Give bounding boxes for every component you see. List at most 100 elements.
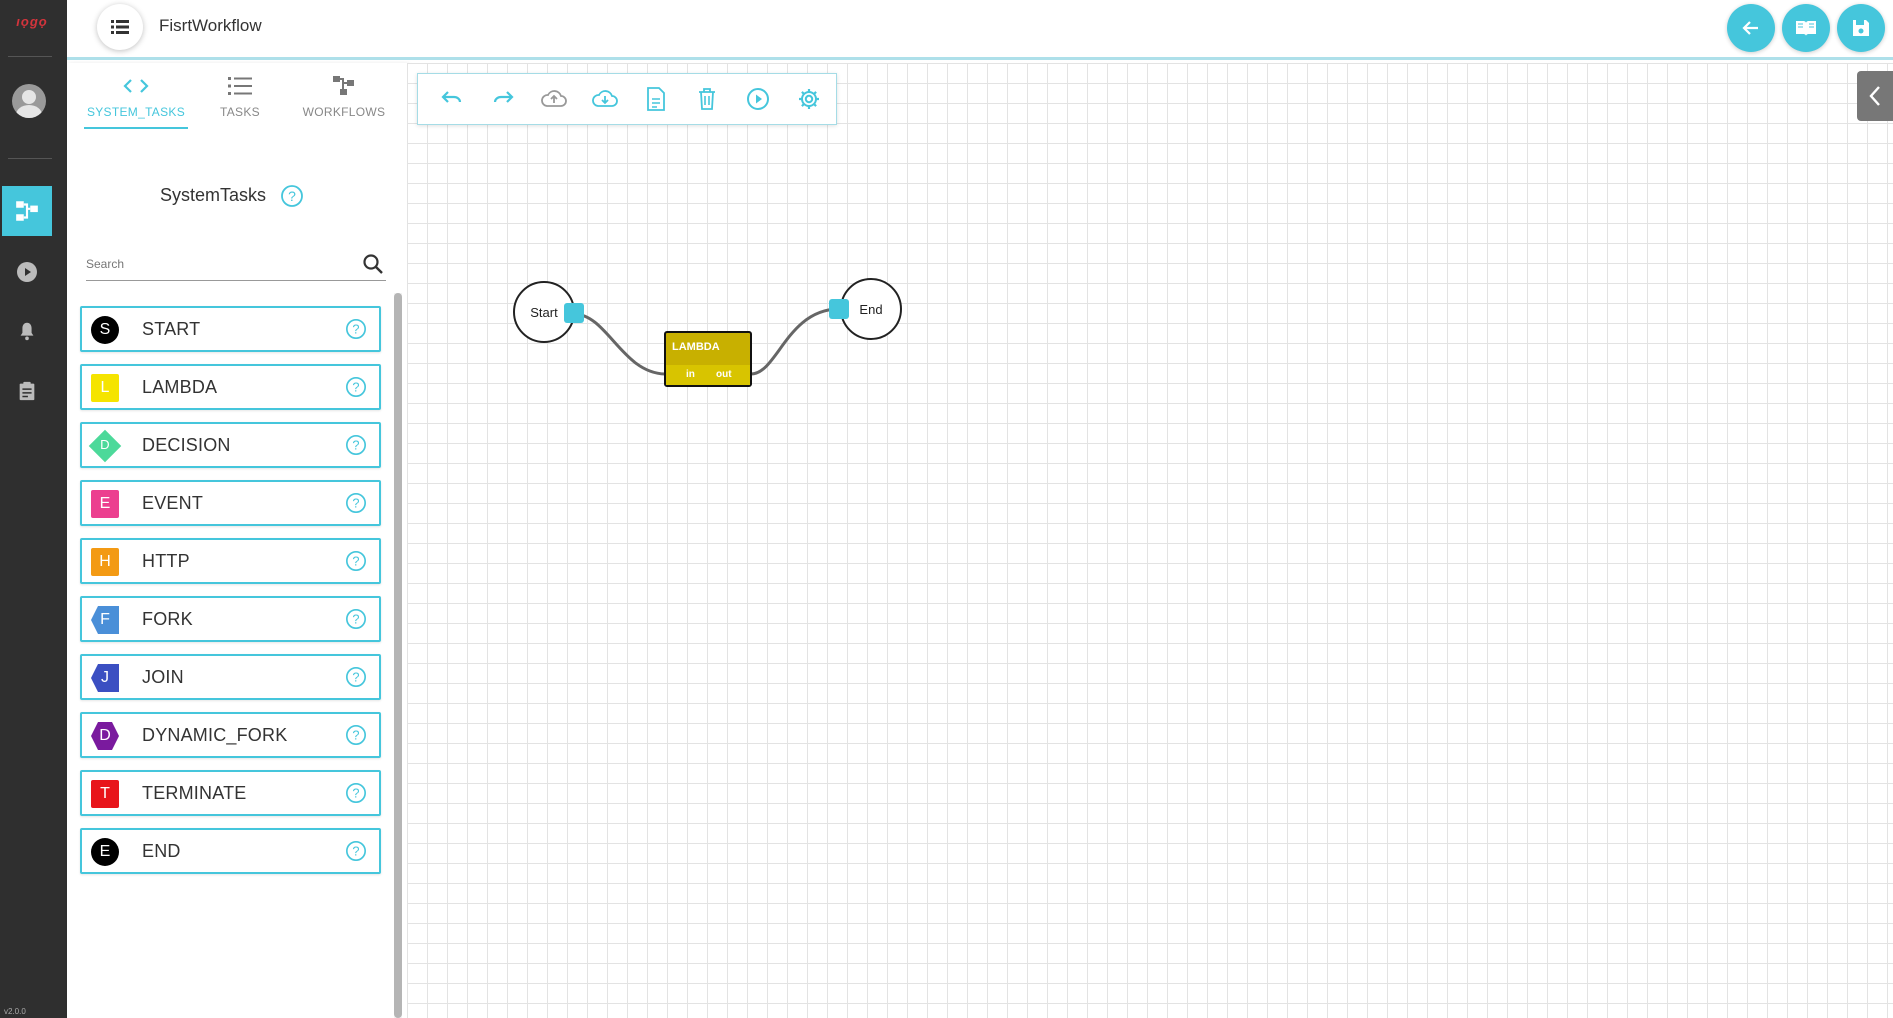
rail-divider [8, 158, 52, 159]
task-label: START [142, 319, 201, 339]
back-button[interactable] [1727, 4, 1775, 52]
left-rail: ıọgọ v2.0.0 [0, 0, 67, 1018]
task-item-end[interactable]: E END? [80, 828, 381, 874]
task-badge: E [91, 838, 119, 866]
help-icon[interactable]: ? [345, 318, 367, 345]
code-icon [123, 79, 149, 93]
task-badge-letter: J [101, 669, 109, 686]
nav-executions[interactable] [2, 247, 52, 297]
svg-text:?: ? [352, 554, 359, 569]
task-label: END [142, 841, 181, 861]
end-input-port[interactable] [829, 299, 849, 319]
tab-tasks[interactable]: TASKS [188, 71, 292, 129]
help-icon[interactable]: ? [345, 376, 367, 403]
nav-notifications[interactable] [2, 306, 52, 356]
workflow-icon [333, 76, 354, 95]
lambda-node[interactable]: LAMBDA in out [664, 331, 752, 387]
connector-layer [573, 307, 839, 376]
help-icon[interactable]: ? [345, 724, 367, 751]
task-label: DYNAMIC_FORK [142, 725, 288, 745]
workflow-title: FisrtWorkflow [159, 16, 262, 35]
task-label: FORK [142, 609, 193, 629]
task-badge-letter: S [99, 321, 111, 338]
help-icon[interactable]: ? [345, 840, 367, 867]
save-button[interactable] [1837, 4, 1885, 52]
task-badge: T [91, 780, 119, 808]
play-circle-icon [17, 262, 37, 282]
task-badge-letter: E [99, 843, 111, 860]
bell-icon [20, 322, 34, 341]
task-badge: D [88, 429, 122, 463]
task-badge: H [91, 548, 119, 576]
help-icon: ? [281, 185, 303, 207]
task-item-start[interactable]: S START? [80, 306, 381, 352]
workflow-icon [16, 201, 38, 221]
task-item-http[interactable]: H HTTP? [80, 538, 381, 584]
task-item-terminate[interactable]: T TERMINATE? [80, 770, 381, 816]
list-icon [228, 77, 252, 95]
task-badge: L [91, 374, 119, 402]
lambda-in-port[interactable]: in [686, 369, 695, 380]
task-badge-letter: T [100, 785, 110, 802]
task-badge: S [91, 316, 119, 344]
book-icon [1796, 21, 1816, 36]
lambda-out-port[interactable]: out [716, 369, 732, 380]
tab-system-tasks[interactable]: SYSTEM_TASKS [84, 71, 188, 129]
task-label: HTTP [142, 551, 190, 571]
svg-text:?: ? [352, 496, 359, 511]
nav-workflow-designer[interactable] [2, 186, 52, 236]
workflow-canvas[interactable]: Start LAMBDA in out End [407, 63, 1893, 1018]
tab-label: TASKS [220, 105, 260, 119]
top-header: FisrtWorkflow [67, 0, 1893, 60]
collapse-panel-button[interactable] [1857, 71, 1893, 121]
avatar[interactable] [12, 84, 46, 118]
help-icon[interactable]: ? [345, 782, 367, 809]
nav-clipboard[interactable] [2, 366, 52, 416]
task-item-lambda[interactable]: L LAMBDA? [80, 364, 381, 410]
help-icon[interactable]: ? [345, 666, 367, 693]
task-item-fork[interactable]: F FORK? [80, 596, 381, 642]
section-help[interactable]: ? [280, 184, 304, 213]
task-badge: D [91, 722, 119, 750]
app-version: v2.0.0 [4, 1007, 26, 1016]
help-icon[interactable]: ? [345, 550, 367, 577]
menu-button[interactable] [97, 4, 143, 50]
docs-button[interactable] [1782, 4, 1830, 52]
help-icon[interactable]: ? [345, 492, 367, 519]
svg-text:?: ? [352, 786, 359, 801]
task-item-join[interactable]: J JOIN? [80, 654, 381, 700]
start-output-port[interactable] [564, 303, 584, 323]
task-badge-letter: L [100, 379, 110, 396]
task-badge-letter: F [100, 611, 110, 628]
task-badge: J [91, 664, 119, 692]
connector-start-lambda [573, 312, 666, 376]
search-icon[interactable] [362, 253, 384, 280]
task-badge: F [91, 606, 119, 634]
save-icon [1853, 20, 1869, 36]
svg-text:?: ? [352, 728, 359, 743]
help-icon[interactable]: ? [345, 608, 367, 635]
lambda-ports: in out [666, 365, 750, 385]
scrollbar-thumb[interactable] [394, 293, 402, 1018]
chevron-left-icon [1869, 86, 1880, 106]
tab-workflows[interactable]: WORKFLOWS [292, 71, 396, 129]
end-node[interactable]: End [840, 278, 902, 340]
svg-text:?: ? [352, 322, 359, 337]
search-input[interactable] [86, 257, 356, 271]
svg-text:?: ? [352, 670, 359, 685]
task-item-event[interactable]: E EVENT? [80, 480, 381, 526]
task-label: JOIN [142, 667, 184, 687]
tab-label: SYSTEM_TASKS [86, 105, 186, 119]
arrow-left-icon [1742, 21, 1758, 35]
help-icon[interactable]: ? [345, 434, 367, 461]
task-item-dynamic-fork[interactable]: D DYNAMIC_FORK? [80, 712, 381, 758]
svg-text:?: ? [352, 844, 359, 859]
app-logo: ıọgọ [16, 14, 48, 29]
start-node-label: Start [530, 304, 558, 320]
svg-text:?: ? [288, 188, 296, 204]
task-label: TERMINATE [142, 783, 247, 803]
tab-label: WORKFLOWS [302, 105, 386, 119]
lambda-node-label: LAMBDA [672, 341, 720, 353]
task-badge-letter: E [99, 495, 111, 512]
task-item-decision[interactable]: D DECISION? [80, 422, 381, 468]
